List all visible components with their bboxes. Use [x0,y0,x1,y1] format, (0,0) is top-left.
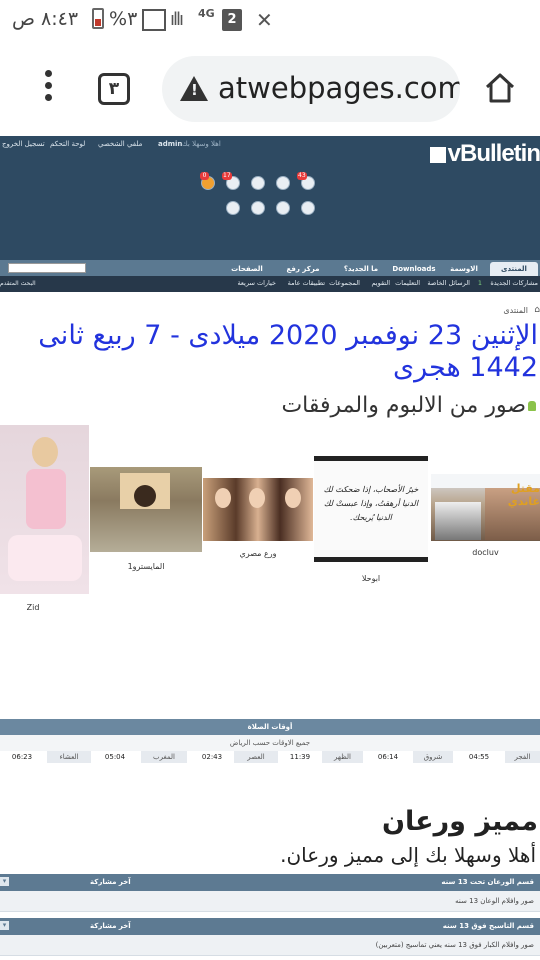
tab-switcher-button[interactable]: ٣ [98,73,130,105]
subnav-faq[interactable]: التعليمات [395,279,420,287]
tab-upload-center[interactable]: مركز رفع الملفات [272,262,334,287]
battery-percent: %٣ [109,8,138,30]
category-header[interactable]: ▾ آخر مشاركة قسم الورعان تحت 13 سنه [0,874,540,891]
breadcrumb[interactable]: المنتدى [503,306,528,315]
status-bar: ٨:٤٣ ص %٣ ıllı 4G 2 ✕ [0,0,540,42]
tab-downloads[interactable]: Downloads [388,262,440,276]
notification-badge: 0 [200,172,209,180]
prayer-times-header: أوقات الصلاة [0,719,540,735]
album-thumb-5[interactable] [0,425,89,594]
home-icon[interactable] [484,72,516,104]
tab-medals[interactable]: الاوسمة [442,262,486,276]
vbulletin-logo[interactable]: vBulletin [429,140,540,168]
user-badge: 17 [222,172,232,180]
album-thumb-2[interactable]: خيرُ الأصحاب، إذا ضحكتَ لك الدنيا أرهقتُ… [314,456,428,562]
collapse-icon[interactable]: ▾ [0,921,9,930]
subnav-private-messages[interactable]: الرسائل الخاصة [427,279,470,287]
date-line: الإثنين 23 نوفمبر 2020 ميلادى - 7 ربيع ث… [38,320,538,383]
category-row[interactable]: صور وافلام الوعان 13 سنه [0,891,540,912]
address-bar[interactable]: atwebpages.com [162,56,460,122]
url-text[interactable]: atwebpages.com [218,71,460,105]
username[interactable]: admin [158,140,182,148]
forum-header: تسجيل الخروج لوحة التحكم ملفي الشخصي adm… [0,136,540,260]
prayer-name: الظهر [322,751,363,763]
prayer-name: شروق [413,751,453,763]
mail-icon[interactable] [251,176,265,190]
prayer-time: 02:43 [201,753,223,761]
album-caption-4[interactable]: المايسترو1 [90,562,202,571]
browser-menu-icon[interactable] [36,70,60,106]
location-icon[interactable] [276,201,290,215]
comment-icon[interactable] [226,201,240,215]
subnav-general-apps[interactable]: تطبيقات عامة [288,279,325,287]
category-header[interactable]: ▾ آخر مشاركة قسم التاسيج فوق 13 سنه [0,918,540,935]
album-thumb-1[interactable]: مقتل غاندي [431,474,540,541]
category-name[interactable]: قسم التاسيج فوق 13 سنه [443,918,534,935]
signal-icon [142,9,166,31]
profile-link[interactable]: ملفي الشخصي [98,140,142,148]
album-caption-3[interactable]: ورع مصري [203,549,313,558]
prayer-time: 04:55 [468,753,490,761]
prayer-name: العصر [234,751,278,763]
welcome-text: اهلا وسهلا بك [182,140,221,148]
chat-icon[interactable] [276,176,290,190]
sub-nav: مشاركات الجديدة 1 الرسائل الخاصة التعليم… [0,276,540,292]
prayer-name: العشاء [47,751,91,763]
signal-bars-icon: ıllı [170,9,184,30]
battery-icon [92,8,104,29]
album-thumb-4[interactable] [90,467,202,552]
advanced-search-link[interactable]: البحث المتقدم [0,280,36,287]
subnav-new-posts[interactable]: مشاركات الجديدة [490,279,538,287]
browser-toolbar: ٣ atwebpages.com [0,42,540,136]
like-icon[interactable] [301,201,315,215]
mute-icon: ✕ [256,8,273,32]
forum-welcome: أهلا وسهلا بك إلى مميز ورعان. [280,843,536,867]
status-clock: ٨:٤٣ ص [12,8,79,30]
prayer-time: 05:04 [104,753,126,761]
album-thumb-3[interactable] [203,478,313,541]
prayer-time: 06:14 [377,753,399,761]
home-crumb-icon[interactable]: ⌂ [534,305,540,315]
main-nav: المنتدى الاوسمة Downloads ما الجديد؟ مرك… [0,260,540,287]
category-name[interactable]: قسم الورعان تحت 13 سنه [441,874,534,891]
tab-forum[interactable]: المنتدى [490,262,538,276]
category-description[interactable]: صور وافلام الكبار فوق 13 سنه يعني تماسيج… [376,935,534,956]
category-row[interactable]: صور وافلام الكبار فوق 13 سنه يعني تماسيج… [0,935,540,956]
tag-icon[interactable] [251,201,265,215]
prayer-name: المغرب [141,751,187,763]
last-post-label: آخر مشاركة [90,922,131,930]
category-description[interactable]: صور وافلام الوعان 13 سنه [455,891,534,912]
subnav-quick-options[interactable]: خيارات سريعة [237,279,276,287]
album-caption-1[interactable]: docluv [431,548,540,557]
search-input[interactable] [8,263,86,273]
warning-icon[interactable] [180,76,208,101]
logout-link[interactable]: تسجيل الخروج [2,140,45,148]
album-caption-2[interactable]: ابوحلا [314,574,428,583]
pm-count: 1 [477,279,482,287]
album-icon [528,401,536,411]
network-type: 4G [198,7,215,20]
forum-title: مميز ورعان [382,806,538,837]
subnav-groups[interactable]: المجموعات [329,279,360,287]
subnav-calendar[interactable]: التقويم [371,279,390,287]
last-post-label: آخر مشاركة [90,878,131,886]
prayer-times-row: الفجر 04:55 شروق 06:14 الظهر 11:39 العصر… [0,751,540,763]
prayer-times-subtitle: جميع الاوقات حسب الرياض [0,735,540,751]
tab-pages[interactable]: الصفحات [224,262,270,276]
prayer-name: الفجر [505,751,540,763]
message-badge: 43 [297,172,307,180]
album-section-title: صور من الالبوم والمرفقات [281,393,536,418]
prayer-time: 06:23 [11,753,33,761]
collapse-icon[interactable]: ▾ [0,877,9,886]
prayer-time: 11:39 [289,753,311,761]
sim-badge: 2 [222,9,242,31]
control-panel-link[interactable]: لوحة التحكم [50,140,85,148]
tab-whats-new[interactable]: ما الجديد؟ [336,262,386,276]
album-caption-5[interactable]: Zid [0,603,66,612]
